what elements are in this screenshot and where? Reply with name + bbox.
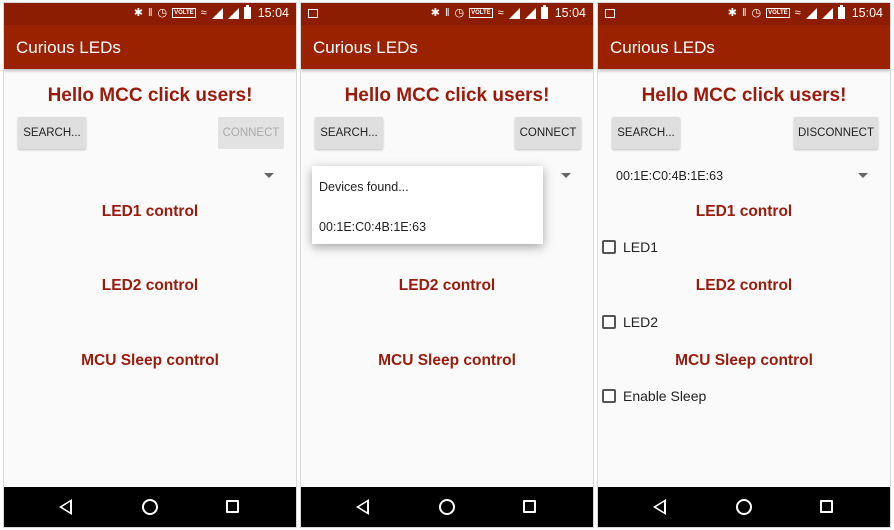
mcu-sleep-section-title: MCU Sleep control (81, 352, 219, 369)
enable-sleep-checkbox[interactable]: Enable Sleep (602, 388, 706, 404)
volte-icon: VOLTE (469, 8, 493, 18)
volte-icon: VOLTE (766, 8, 790, 18)
vibrate-icon: ‖ (147, 7, 153, 19)
navigation-bar (301, 487, 593, 527)
search-button[interactable]: SEARCH... (315, 117, 383, 149)
status-bar: ✱ ‖ ◷ VOLTE ≈ 15:04 (598, 3, 890, 25)
app-title: Curious LEDs (16, 38, 121, 57)
app-bar: Curious LEDs (4, 25, 296, 69)
mcu-sleep-section-title: MCU Sleep control (675, 352, 813, 369)
home-icon[interactable] (439, 499, 455, 515)
wifi-calling-icon: ≈ (497, 7, 504, 19)
checkbox-label: LED2 (623, 314, 659, 330)
dropdown-arrow-icon (561, 173, 571, 178)
signal-icon (805, 7, 817, 19)
signal-icon (227, 7, 239, 19)
search-button[interactable]: SEARCH... (612, 117, 680, 149)
alarm-icon: ◷ (454, 7, 465, 19)
signal-icon (508, 7, 520, 19)
back-icon[interactable] (59, 499, 72, 515)
signal-icon (524, 7, 536, 19)
back-icon[interactable] (356, 499, 369, 515)
vibrate-icon: ‖ (741, 7, 747, 19)
status-bar: ✱ ‖ ◷ VOLTE ≈ 15:04 (301, 3, 593, 25)
led1-section-title: LED1 control (695, 203, 793, 220)
checkbox-box[interactable] (602, 315, 616, 329)
recents-icon[interactable] (226, 500, 239, 513)
search-button[interactable]: SEARCH... (18, 117, 86, 149)
checkbox-label: LED1 (623, 239, 659, 255)
greeting-heading: Hello MCC click users! (344, 85, 550, 106)
navigation-bar (598, 487, 890, 527)
phone-screen-2: ✱ ‖ ◷ VOLTE ≈ 15:04 Curious LEDs Hello M… (300, 2, 594, 528)
connect-button[interactable]: CONNECT (218, 117, 284, 149)
battery-icon (837, 5, 845, 19)
popup-title: Devices found... (319, 180, 409, 194)
status-time: 15:04 (257, 6, 289, 20)
wifi-calling-icon: ≈ (200, 7, 207, 19)
led2-checkbox[interactable]: LED2 (602, 314, 658, 330)
connect-button[interactable]: CONNECT (515, 117, 581, 149)
device-option[interactable]: 00:1E:C0:4B:1E:63 (319, 220, 426, 234)
image-notification-icon (605, 9, 615, 18)
dropdown-arrow-icon (858, 173, 868, 178)
app-title: Curious LEDs (610, 38, 715, 57)
app-bar: Curious LEDs (598, 25, 890, 69)
phone-screen-3: ✱ ‖ ◷ VOLTE ≈ 15:04 Curious LEDs Hello M… (597, 2, 891, 528)
selected-device: 00:1E:C0:4B:1E:63 (616, 169, 724, 183)
volte-icon: VOLTE (172, 8, 196, 18)
app-bar: Curious LEDs (301, 25, 593, 69)
disconnect-button[interactable]: DISCONNECT (794, 117, 878, 149)
back-icon[interactable] (653, 499, 666, 515)
recents-icon[interactable] (820, 500, 833, 513)
greeting-heading: Hello MCC click users! (641, 85, 847, 106)
image-notification-icon (308, 9, 318, 18)
device-spinner[interactable]: 00:1E:C0:4B:1E:63 (612, 165, 876, 187)
status-time: 15:04 (554, 6, 586, 20)
led2-section-title: LED2 control (398, 277, 496, 294)
led1-checkbox[interactable]: LED1 (602, 239, 658, 255)
status-bar: ✱ ‖ ◷ VOLTE ≈ 15:04 (4, 3, 296, 25)
checkbox-box[interactable] (602, 389, 616, 403)
led1-section-title: LED1 control (101, 203, 199, 220)
wifi-calling-icon: ≈ (794, 7, 801, 19)
led2-section-title: LED2 control (101, 277, 199, 294)
phone-screen-1: ✱ ‖ ◷ VOLTE ≈ 15:04 Curious LEDs Hello M… (3, 2, 297, 528)
mcu-sleep-section-title: MCU Sleep control (378, 352, 516, 369)
checkbox-label: Enable Sleep (623, 388, 707, 404)
bluetooth-icon: ✱ (133, 7, 143, 19)
dropdown-arrow-icon (264, 173, 274, 178)
app-title: Curious LEDs (313, 38, 418, 57)
greeting-heading: Hello MCC click users! (47, 85, 253, 106)
battery-icon (540, 5, 548, 19)
signal-icon (821, 7, 833, 19)
signal-icon (211, 7, 223, 19)
led2-section-title: LED2 control (695, 277, 793, 294)
home-icon[interactable] (736, 499, 752, 515)
home-icon[interactable] (142, 499, 158, 515)
battery-icon (243, 5, 251, 19)
recents-icon[interactable] (523, 500, 536, 513)
device-spinner[interactable] (18, 165, 282, 187)
status-time: 15:04 (851, 6, 883, 20)
vibrate-icon: ‖ (444, 7, 450, 19)
bluetooth-icon: ✱ (430, 7, 440, 19)
alarm-icon: ◷ (157, 7, 168, 19)
checkbox-box[interactable] (602, 240, 616, 254)
alarm-icon: ◷ (751, 7, 762, 19)
devices-popup: Devices found... 00:1E:C0:4B:1E:63 (312, 166, 543, 244)
bluetooth-icon: ✱ (727, 7, 737, 19)
navigation-bar (4, 487, 296, 527)
